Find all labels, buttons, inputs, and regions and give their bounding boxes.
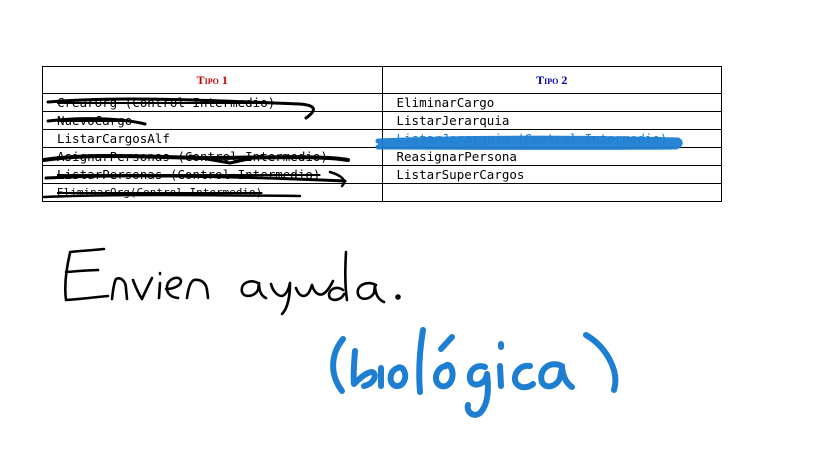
table-cell: ListarJerarquia (Control Intermedio) [381,129,722,148]
cell-text: ListarJerarquia [396,112,510,128]
handwriting-biologica [330,327,619,418]
table-row: AsignarPersonas (Control Intermedio) Rea… [42,147,722,166]
cell-text: NuevoCargo [57,112,133,128]
table-row: CrearOrg (Control Intermedio) EliminarCa… [42,93,722,112]
cell-text: ReasignarPersona [396,148,517,164]
table-row: NuevoCargo ListarJerarquia [42,111,722,130]
cell-text: AsignarPersonas (Control Intermedio) [57,148,328,164]
table-cell: EliminarCargo [381,93,722,112]
cell-text: ListarSuperCargos [396,166,525,182]
table-header-row: Tipo 1 Tipo 2 [42,66,722,94]
table-row: EliminarOrg(Control Intermedio) [42,183,722,202]
cell-text: EliminarCargo [396,94,495,110]
table-cell: ListarSuperCargos [381,165,722,184]
cell-text: ListarCargosAlf [57,130,170,146]
cell-text: ListarPersonas (Control Intermedio) [57,166,321,182]
table-cell: ReasignarPersona [381,147,722,166]
header-tipo-1: Tipo 1 [42,66,383,94]
cell-text: ListarJerarquia (Control Intermedio) [396,130,668,146]
table-cell: ListarCargosAlf [42,129,383,148]
table-cell: ListarPersonas (Control Intermedio) [42,165,383,184]
table-cell [381,183,722,202]
cell-text: EliminarOrg(Control Intermedio) [57,185,263,199]
table-cell: CrearOrg (Control Intermedio) [42,93,383,112]
table-cell: NuevoCargo [42,111,383,130]
table-cell: AsignarPersonas (Control Intermedio) [42,147,383,166]
table-row: ListarCargosAlf ListarJerarquia (Control… [42,129,722,148]
header-tipo-2: Tipo 2 [381,66,722,94]
table-cell: ListarJerarquia [381,111,722,130]
table-cell: EliminarOrg(Control Intermedio) [42,183,383,202]
table-row: ListarPersonas (Control Intermedio) List… [42,165,722,184]
handwriting-envien-ayuda [63,247,401,316]
document-table: Tipo 1 Tipo 2 CrearOrg (Control Intermed… [42,66,722,202]
cell-text: CrearOrg (Control Intermedio) [57,94,276,110]
